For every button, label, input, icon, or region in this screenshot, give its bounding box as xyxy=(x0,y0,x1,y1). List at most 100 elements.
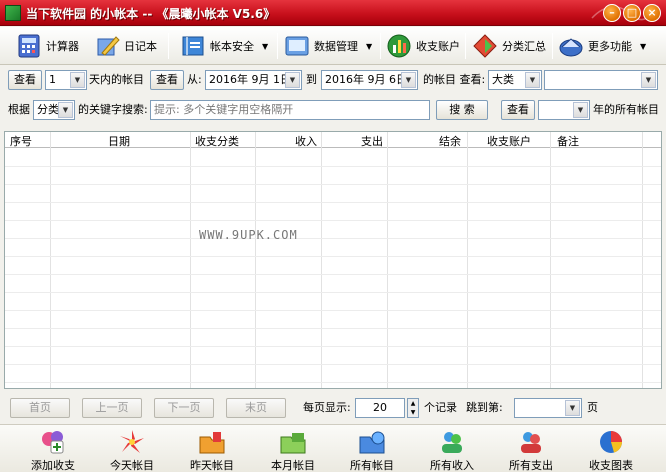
main-toolbar: 计算器 日记本 帐本安全 ▼ 数据管理 ▼ 收支账户 分类汇总 更多功能 ▼ xyxy=(0,27,666,65)
ledger-security-button[interactable]: 帐本安全 ▼ xyxy=(180,30,268,62)
more-functions-label: 更多功能 xyxy=(588,40,632,53)
ledger-security-icon xyxy=(182,36,204,56)
category-value: 大类 xyxy=(492,73,514,86)
pie-chart-icon xyxy=(600,431,622,453)
title-bar[interactable]: 当下软件园 的小帐本 -- 《晨曦小帐本 V5.6》 – □ × xyxy=(0,0,666,26)
chevron-down-icon[interactable]: ▼ xyxy=(401,72,416,88)
per-page-spinner[interactable]: ▲ ▼ xyxy=(407,398,419,418)
column-header[interactable]: 结余 xyxy=(439,133,461,149)
keyword-label: 的关键字搜索: xyxy=(78,103,148,116)
column-header[interactable]: 支出 xyxy=(361,133,383,149)
per-page-input[interactable]: 20 xyxy=(355,398,405,418)
chevron-down-icon[interactable]: ▼ xyxy=(525,72,540,88)
to-label: 到 xyxy=(306,73,317,86)
accounts-button[interactable]: 收支账户 xyxy=(386,30,460,62)
today-icon xyxy=(120,430,144,453)
all-expense-button[interactable]: 所有支出 xyxy=(496,427,566,472)
by-label: 根据 xyxy=(8,103,30,116)
jump-label: 跳到第: xyxy=(466,401,503,414)
diary-button[interactable]: 日记本 xyxy=(94,30,157,62)
days-suffix-label: 天内的帐目 xyxy=(89,73,144,86)
search-button[interactable]: 搜 索 xyxy=(436,100,488,120)
category-summary-button[interactable]: 分类汇总 xyxy=(472,30,546,62)
maximize-icon[interactable]: □ xyxy=(623,4,641,22)
income-expense-chart-button[interactable]: 收支图表 xyxy=(576,427,646,472)
all-entries-button[interactable]: 所有帐目 xyxy=(337,427,407,472)
search-input[interactable]: 提示: 多个关键字用空格隔开 xyxy=(150,100,430,120)
app-icon xyxy=(5,5,21,21)
column-header[interactable]: 备注 xyxy=(557,133,579,149)
chevron-down-icon[interactable]: ▼ xyxy=(262,42,268,51)
yesterday-entries-button[interactable]: 昨天帐目 xyxy=(177,427,247,472)
chevron-down-icon[interactable]: ▼ xyxy=(565,400,580,416)
from-date-picker[interactable]: 2016年 9月 1日 ▼ xyxy=(205,70,302,90)
more-functions-button[interactable]: 更多功能 ▼ xyxy=(558,30,646,62)
column-header[interactable]: 收支分类 xyxy=(195,133,239,149)
year-suffix-label: 年的所有帐目 xyxy=(593,103,659,116)
all-income-label: 所有收入 xyxy=(430,459,474,472)
diary-label: 日记本 xyxy=(124,40,157,53)
all-income-button[interactable]: 所有收入 xyxy=(417,427,487,472)
today-entries-label: 今天帐目 xyxy=(110,459,154,472)
column-header[interactable]: 收入 xyxy=(295,133,317,149)
close-icon[interactable]: × xyxy=(643,4,661,22)
category-summary-label: 分类汇总 xyxy=(502,40,546,53)
subcategory-select[interactable]: ▼ xyxy=(544,70,658,90)
diary-pen-icon xyxy=(97,36,120,56)
chevron-down-icon[interactable]: ▼ xyxy=(641,72,656,88)
table-header: 序号 日期 收支分类 收入 支出 结余 收支账户 备注 xyxy=(5,132,661,148)
next-page-button[interactable]: 下一页 xyxy=(154,398,214,418)
view-year-button[interactable]: 查看 xyxy=(501,100,535,120)
bottom-nav: 添加收支 今天帐目 昨天帐目 本月帐目 所有帐目 所有收入 所有支出 收支图表 xyxy=(0,424,666,472)
add-entry-label: 添加收支 xyxy=(31,459,75,472)
search-field-value: 分类 xyxy=(37,103,59,116)
all-expense-label: 所有支出 xyxy=(509,459,553,472)
jump-page-select[interactable]: ▼ xyxy=(514,398,582,418)
more-functions-icon xyxy=(559,38,583,57)
chevron-down-icon[interactable]: ▼ xyxy=(366,42,372,51)
income-expense-chart-label: 收支图表 xyxy=(589,459,633,472)
add-entry-button[interactable]: 添加收支 xyxy=(18,427,88,472)
per-page-label: 每页显示: xyxy=(303,401,351,414)
yesterday-entries-label: 昨天帐目 xyxy=(190,459,234,472)
days-select[interactable]: 1 ▼ xyxy=(45,70,87,90)
minimize-icon[interactable]: – xyxy=(603,4,621,22)
all-expense-icon xyxy=(521,432,541,453)
chevron-down-icon[interactable]: ▼ xyxy=(70,72,85,88)
data-manage-icon xyxy=(285,36,309,56)
account-chart-icon xyxy=(387,34,411,58)
window-title: 当下软件园 的小帐本 -- 《晨曦小帐本 V5.6》 xyxy=(26,7,276,21)
column-header[interactable]: 日期 xyxy=(108,133,130,149)
calculator-button[interactable]: 计算器 xyxy=(16,30,79,62)
calculator-label: 计算器 xyxy=(46,40,79,53)
column-header[interactable]: 收支账户 xyxy=(487,133,531,149)
chevron-down-icon[interactable]: ▼ xyxy=(285,72,300,88)
today-entries-button[interactable]: 今天帐目 xyxy=(97,427,167,472)
chevron-down-icon[interactable]: ▼ xyxy=(640,42,646,51)
ledger-security-label: 帐本安全 xyxy=(210,40,254,53)
records-label: 个记录 xyxy=(424,401,457,414)
view-range-button[interactable]: 查看 xyxy=(150,70,184,90)
from-label: 从: xyxy=(187,73,202,86)
year-select[interactable]: ▼ xyxy=(538,100,590,120)
pagination-bar: 首页 上一页 下一页 末页 每页显示: 20 ▲ ▼ 个记录 跳到第: ▼ 页 xyxy=(0,394,666,422)
ledger-table[interactable]: 序号 日期 收支分类 收入 支出 结余 收支账户 备注 WWW.9UPK.COM xyxy=(4,131,662,389)
all-income-icon xyxy=(442,432,462,453)
chevron-down-icon[interactable]: ▼ xyxy=(58,102,73,118)
data-manage-label: 数据管理 xyxy=(314,40,358,53)
page-label: 页 xyxy=(587,401,598,414)
prev-page-button[interactable]: 上一页 xyxy=(82,398,142,418)
first-page-button[interactable]: 首页 xyxy=(10,398,70,418)
accounts-label: 收支账户 xyxy=(416,40,460,53)
column-header[interactable]: 序号 xyxy=(10,133,32,149)
category-select[interactable]: 大类 ▼ xyxy=(488,70,542,90)
search-field-select[interactable]: 分类 ▼ xyxy=(33,100,75,120)
month-entries-button[interactable]: 本月帐目 xyxy=(258,427,328,472)
chevron-down-icon[interactable]: ▼ xyxy=(573,102,588,118)
to-date-picker[interactable]: 2016年 9月 6日 ▼ xyxy=(321,70,418,90)
view-days-button[interactable]: 查看 xyxy=(8,70,42,90)
all-entries-icon xyxy=(359,431,385,454)
last-page-button[interactable]: 末页 xyxy=(226,398,286,418)
data-manage-button[interactable]: 数据管理 ▼ xyxy=(284,30,372,62)
from-date-value: 2016年 9月 1日 xyxy=(209,73,291,86)
